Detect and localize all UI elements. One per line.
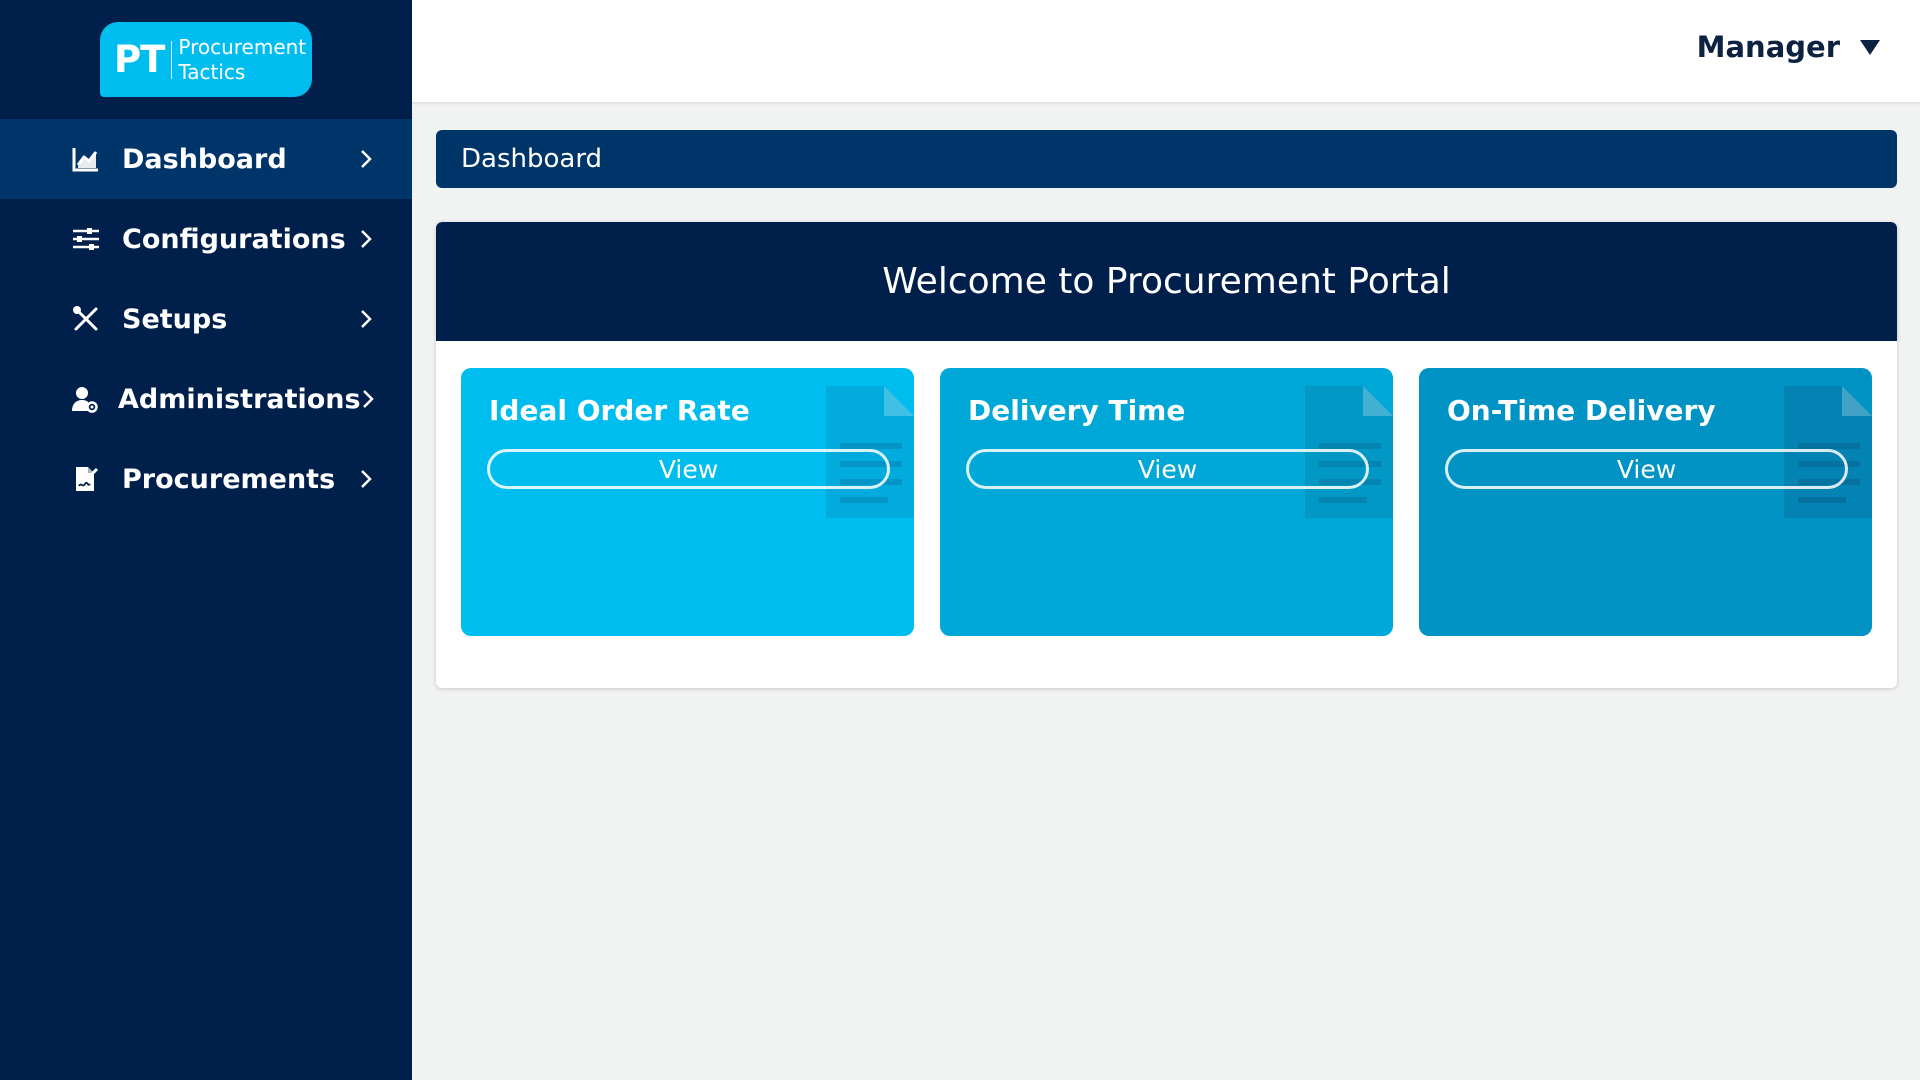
dashboard-panel: Welcome to Procurement Portal Ideal Orde…	[436, 222, 1897, 688]
kpi-card-ideal-order-rate: Ideal Order Rate View	[461, 368, 914, 636]
file-signature-icon	[70, 463, 102, 495]
breadcrumb-label: Dashboard	[461, 144, 603, 174]
chevron-right-icon	[356, 147, 376, 171]
logo-text: Procurement Tactics	[172, 35, 306, 85]
sidebar-item-administrations[interactable]: Administrations	[0, 359, 412, 439]
card-title: On-Time Delivery	[1447, 394, 1716, 427]
kpi-card-on-time-delivery: On-Time Delivery View	[1419, 368, 1872, 636]
tools-icon	[70, 303, 102, 335]
kpi-card-delivery-time: Delivery Time View	[940, 368, 1393, 636]
chevron-right-icon	[356, 467, 376, 491]
logo-mark: PT	[114, 40, 173, 79]
logo[interactable]: PT Procurement Tactics	[100, 22, 312, 97]
chevron-right-icon	[356, 227, 376, 251]
welcome-banner: Welcome to Procurement Portal	[436, 222, 1897, 341]
kpi-cards: Ideal Order Rate View Delivery Time View…	[461, 368, 1872, 636]
view-button-label: View	[658, 454, 719, 484]
logo-line-2: Tactics	[178, 59, 246, 84]
view-button-label: View	[1137, 454, 1198, 484]
chart-line-icon	[70, 143, 102, 175]
view-button[interactable]: View	[1445, 449, 1848, 489]
welcome-title: Welcome to Procurement Portal	[882, 261, 1451, 302]
sidebar-item-setups[interactable]: Setups	[0, 279, 412, 359]
breadcrumb: Dashboard	[436, 130, 1897, 188]
top-bar: Manager	[412, 0, 1920, 102]
sidebar-item-label: Setups	[122, 303, 228, 335]
sidebar-nav: Dashboard Configurations Setups Administ…	[0, 119, 412, 519]
user-menu[interactable]: Manager	[1697, 30, 1880, 64]
logo-line-1: Procurement	[178, 34, 307, 59]
sidebar-item-procurements[interactable]: Procurements	[0, 439, 412, 519]
sidebar-item-configurations[interactable]: Configurations	[0, 199, 412, 279]
card-title: Ideal Order Rate	[489, 394, 750, 427]
user-name: Manager	[1696, 30, 1840, 64]
sidebar-item-label: Configurations	[122, 223, 346, 255]
sidebar-item-label: Dashboard	[122, 143, 287, 175]
card-title: Delivery Time	[968, 394, 1186, 427]
caret-down-icon	[1860, 39, 1880, 55]
view-button[interactable]: View	[487, 449, 890, 489]
view-button[interactable]: View	[966, 449, 1369, 489]
chevron-right-icon	[361, 387, 376, 411]
sidebar-item-label: Procurements	[122, 463, 336, 495]
sidebar: PT Procurement Tactics Dashboard Configu…	[0, 0, 412, 1080]
view-button-label: View	[1616, 454, 1677, 484]
user-gear-icon	[70, 383, 98, 415]
chevron-right-icon	[356, 307, 376, 331]
sliders-icon	[70, 223, 102, 255]
sidebar-item-dashboard[interactable]: Dashboard	[0, 119, 412, 199]
logo-area: PT Procurement Tactics	[0, 0, 412, 119]
sidebar-item-label: Administrations	[118, 383, 361, 415]
